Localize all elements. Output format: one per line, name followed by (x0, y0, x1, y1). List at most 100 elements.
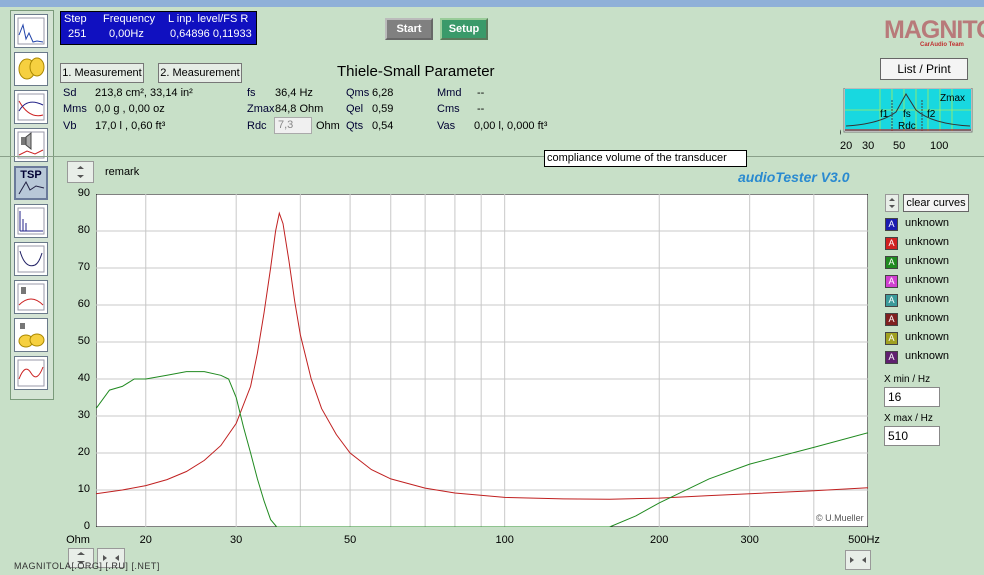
y-tick-label: 90 (77, 187, 90, 199)
mini-y-tick: 0 (840, 127, 841, 139)
curve-name: unknown (905, 331, 950, 343)
response-tool-button[interactable] (14, 242, 48, 276)
curve-name: unknown (905, 236, 950, 248)
y-tick-label: 50 (77, 335, 90, 347)
y-tick-label: 70 (77, 261, 90, 273)
legend-item[interactable]: Aunknown (885, 349, 975, 365)
x-tick-label: Ohm (66, 534, 90, 546)
curve-color-swatch[interactable]: A (885, 313, 898, 326)
curve-color-swatch[interactable]: A (885, 294, 898, 307)
clear-curves-button[interactable]: clear curves (903, 194, 969, 212)
tsp-tool-button[interactable]: TSP (14, 166, 48, 200)
sd-label: Sd (63, 87, 77, 99)
logo-subtext: CarAudio Team (920, 42, 964, 48)
impedance-chart: © U.Mueller (96, 194, 868, 527)
legend-item[interactable]: Aunknown (885, 311, 975, 327)
distortion-tool-button[interactable] (14, 280, 48, 314)
vb-value: 17,0 l , 0,60 ft³ (95, 120, 166, 132)
x-tick-label: 20 (139, 534, 152, 546)
divider (0, 156, 984, 157)
speaker-tool-button[interactable] (14, 52, 48, 86)
remark-spinner[interactable] (67, 161, 94, 183)
qms-value: 6,28 (372, 87, 394, 99)
legend-item[interactable]: Aunknown (885, 330, 975, 346)
curve-color-swatch[interactable]: A (885, 351, 898, 364)
spectrum-tool-button[interactable] (14, 14, 48, 48)
mini-fs-label: fs (903, 109, 911, 120)
mmd-label: Mmd (437, 87, 462, 99)
legend-item[interactable]: Aunknown (885, 216, 975, 232)
title-strip (0, 0, 984, 7)
cms-label: Cms (437, 103, 460, 115)
curve-color-swatch[interactable]: A (885, 275, 898, 288)
y-tick-label: 30 (77, 409, 90, 421)
qms-label: Qms (346, 87, 370, 99)
curve-color-swatch[interactable]: A (885, 256, 898, 269)
curve-name: unknown (905, 293, 950, 305)
setup-button[interactable]: Setup (440, 18, 488, 40)
curve-name: unknown (905, 312, 950, 324)
y-tick-label: 40 (77, 372, 90, 384)
curve-name: unknown (905, 350, 950, 362)
curve-color-swatch[interactable]: A (885, 332, 898, 345)
curve-name: unknown (905, 255, 950, 267)
mms-value: 0,0 g , 0,00 oz (95, 103, 165, 115)
step-label: Step (64, 13, 87, 25)
rdc-label: Rdc (247, 120, 267, 132)
vb-label: Vb (63, 120, 77, 132)
mini-zmax-label: Zmax (940, 93, 965, 104)
xmax-label: X max / Hz (884, 413, 933, 424)
curve-name: unknown (905, 217, 950, 229)
curve-color-swatch[interactable]: A (885, 218, 898, 231)
measurement-1-button[interactable]: 1. Measurement (60, 63, 144, 83)
step-value: 251 (68, 28, 87, 40)
x-tick-label: 50 (343, 534, 357, 546)
rdc-input[interactable]: 7,3 (274, 117, 312, 134)
rdc-unit: Ohm (316, 120, 340, 132)
measurement-2-button[interactable]: 2. Measurement (158, 63, 242, 83)
speaker-compare-tool-button[interactable] (14, 318, 48, 352)
curve-color-swatch[interactable]: A (885, 237, 898, 250)
level-value: 0,64896 0,11933 (170, 28, 252, 40)
legend-item[interactable]: Aunknown (885, 235, 975, 251)
vas-value: 0,00 l, 0,000 ft³ (474, 120, 548, 132)
mini-impedance-chart: Zmax f1 fs f2 Rdc 10 0 20 30 50 100 (840, 88, 973, 152)
impedance-tool-button[interactable] (14, 90, 48, 124)
x-tick-label: 500Hz (848, 534, 880, 546)
level-label: L inp. level/FS R (168, 13, 249, 25)
frequency-label: Frequency (103, 13, 155, 25)
xmin-label: X min / Hz (884, 374, 931, 385)
legend-item[interactable]: Aunknown (885, 254, 975, 270)
list-print-button[interactable]: List / Print (880, 58, 968, 80)
qel-value: 0,59 (372, 103, 394, 115)
x-tick-label: 300 (740, 534, 759, 546)
footer-text: MAGNITOLA[.ORG] [.RU] [.NET] (14, 561, 160, 571)
qts-label: Qts (346, 120, 364, 132)
app-title: audioTester V3.0 (738, 169, 850, 185)
copyright: © U.Mueller (816, 513, 864, 523)
qts-value: 0,54 (372, 120, 394, 132)
cms-value: -- (477, 103, 485, 115)
legend-spinner[interactable] (885, 194, 899, 212)
frequency-value: 0,00Hz (109, 28, 144, 40)
y-tick-label: 80 (77, 224, 90, 236)
curve-name: unknown (905, 274, 950, 286)
zmax-value: 84,8 Ohm (275, 103, 324, 115)
magnitola-logo: MAGNITOLA CarAudio Team (878, 12, 984, 52)
filter-tool-button[interactable] (14, 356, 48, 390)
waterfall-tool-button[interactable] (14, 204, 48, 238)
y-tick-label: 10 (77, 483, 90, 495)
y-tick-label: 0 (83, 520, 90, 532)
legend-item[interactable]: Aunknown (885, 273, 975, 289)
mmd-value: -- (477, 87, 485, 99)
tool-sidebar: TSP (10, 10, 54, 400)
xmin-input[interactable]: 16 (884, 387, 940, 407)
x-scroll-right-arrows[interactable] (845, 550, 871, 570)
mini-f1-label: f1 (880, 109, 889, 120)
tsp-title: Thiele-Small Parameter (337, 63, 495, 80)
xmax-input[interactable]: 510 (884, 426, 940, 446)
start-button[interactable]: Start (385, 18, 433, 40)
legend-item[interactable]: Aunknown (885, 292, 975, 308)
mini-x-tick: 100 (930, 140, 948, 152)
x-tick-label: 30 (230, 534, 243, 546)
